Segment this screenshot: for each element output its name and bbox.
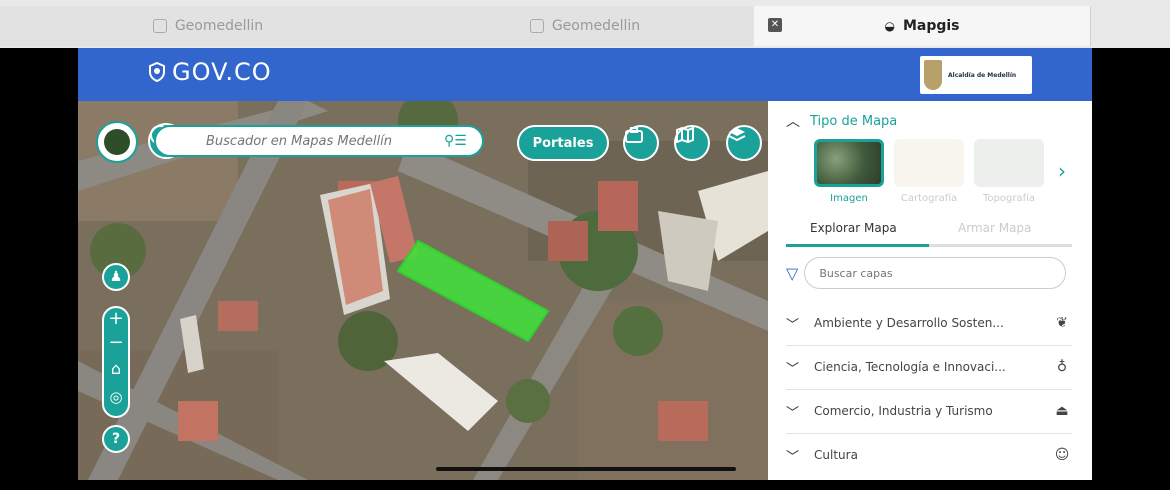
globe-icon bbox=[104, 129, 130, 155]
panel-tabs: Explorar Mapa Armar Mapa bbox=[786, 215, 1072, 249]
briefcase-icon bbox=[625, 127, 643, 143]
basemap-label: Cartografía bbox=[900, 193, 958, 204]
chevron-down-icon: ﹀ bbox=[786, 317, 800, 333]
mapgis-logo-button[interactable] bbox=[96, 121, 138, 163]
basemap-thumbnails bbox=[814, 139, 1044, 187]
map-fold-icon bbox=[676, 127, 694, 143]
tab-label: Mapgis bbox=[902, 18, 960, 34]
tab-mapgis[interactable]: ◒ Mapgis bbox=[754, 6, 1091, 46]
close-tab-icon[interactable]: ✕ bbox=[768, 18, 782, 32]
portales-button[interactable]: Portales bbox=[517, 125, 609, 161]
locate-icon[interactable]: ◎ bbox=[104, 388, 128, 406]
map-search-input[interactable] bbox=[204, 132, 438, 150]
chevron-right-icon[interactable]: › bbox=[1058, 159, 1066, 183]
zoom-out-button[interactable]: − bbox=[104, 334, 128, 352]
filter-icon[interactable]: ▽ bbox=[786, 264, 798, 283]
chevron-up-icon: ︿ bbox=[786, 114, 800, 130]
masks-icon: ☺ bbox=[1054, 447, 1070, 463]
gov-label: GOV.CO bbox=[172, 58, 272, 86]
side-panel: ︿ Tipo de Mapa Imagen Cartografía Topogr… bbox=[768, 101, 1092, 480]
tab-label: Geomedellin bbox=[174, 18, 264, 34]
category-ambiente[interactable]: ﹀ Ambiente y Desarrollo Sosten... ❦ bbox=[786, 301, 1072, 346]
tipo-mapa-header[interactable]: ︿ Tipo de Mapa bbox=[786, 111, 897, 131]
map-search-box[interactable]: ⚲☰ bbox=[154, 125, 484, 157]
zoom-in-button[interactable]: + bbox=[104, 310, 128, 328]
page-icon bbox=[152, 19, 167, 33]
category-label: Ambiente y Desarrollo Sosten... bbox=[814, 316, 1004, 330]
map-layers-button[interactable] bbox=[674, 125, 710, 161]
bell-icon: ⏏ bbox=[1055, 403, 1069, 419]
search-list-icon[interactable]: ⚲☰ bbox=[444, 133, 467, 149]
category-label: Ciencia, Tecnología e Innovaci... bbox=[814, 360, 1006, 374]
chevron-down-icon: ﹀ bbox=[786, 361, 800, 377]
tab-label: Geomedellin bbox=[551, 18, 641, 34]
gov-header: GOV.CO Alcaldía de Medellín bbox=[78, 48, 1092, 101]
satellite-imagery bbox=[78, 101, 768, 480]
gov-shield-icon bbox=[149, 62, 165, 82]
tab-explorar-mapa[interactable]: Explorar Mapa bbox=[810, 221, 897, 235]
category-comercio[interactable]: ﹀ Comercio, Industria y Turismo ⏏ bbox=[786, 389, 1072, 434]
plant-icon: ❦ bbox=[1056, 315, 1068, 331]
chevron-down-icon: ﹀ bbox=[786, 449, 800, 465]
layer-search: ▽ bbox=[786, 257, 1067, 289]
bulb-icon: ♁ bbox=[1056, 359, 1068, 375]
layers-icon bbox=[728, 128, 746, 142]
help-icon: ? bbox=[111, 431, 121, 447]
basemap-label: Imagen bbox=[830, 193, 868, 204]
map-canvas[interactable]: ⚲☰ Portales ♟ + − bbox=[78, 101, 768, 480]
layers-button[interactable] bbox=[726, 125, 762, 161]
category-label: Comercio, Industria y Turismo bbox=[814, 404, 993, 418]
category-ciencia[interactable]: ﹀ Ciencia, Tecnología e Innovaci... ♁ bbox=[786, 345, 1072, 390]
basemap-label: Topografía bbox=[982, 193, 1035, 204]
chevron-down-icon: ﹀ bbox=[786, 405, 800, 421]
basemap-topografia[interactable] bbox=[974, 139, 1044, 187]
layer-search-input[interactable] bbox=[804, 257, 1067, 289]
briefcase-button[interactable] bbox=[623, 125, 659, 161]
browser-tab-bar: Geomedellin Geomedellin ◒ Mapgis ✕ bbox=[0, 0, 1170, 48]
active-tab-indicator bbox=[786, 244, 929, 247]
alcaldia-label: Alcaldía de Medellín bbox=[948, 71, 1017, 79]
basemap-labels: Imagen Cartografía Topografía bbox=[814, 193, 1044, 204]
zoom-controls: + − ⌂ ◎ bbox=[102, 306, 130, 418]
mapgis-tab-icon: ◒ bbox=[884, 19, 895, 33]
tipo-mapa-label: Tipo de Mapa bbox=[810, 113, 898, 129]
tab-geomedellin-2[interactable]: Geomedellin bbox=[416, 6, 755, 46]
basemap-cartografia[interactable] bbox=[894, 139, 964, 187]
alcaldia-logo[interactable]: Alcaldía de Medellín bbox=[920, 56, 1032, 94]
person-icon: ♟ bbox=[109, 269, 123, 285]
category-cultura[interactable]: ﹀ Cultura ☺ bbox=[786, 433, 1072, 477]
mapgis-app: GOV.CO Alcaldía de Medellín Buscador en … bbox=[78, 48, 1092, 480]
home-indicator bbox=[436, 467, 736, 471]
home-icon[interactable]: ⌂ bbox=[104, 360, 128, 378]
street-view-button[interactable]: ♟ bbox=[102, 263, 130, 291]
basemap-imagen[interactable] bbox=[814, 139, 884, 187]
help-button[interactable]: ? bbox=[102, 425, 130, 453]
gov-logo[interactable]: GOV.CO bbox=[148, 58, 272, 86]
page-icon bbox=[529, 19, 544, 33]
category-label: Cultura bbox=[814, 448, 858, 462]
tab-geomedellin-1[interactable]: Geomedellin bbox=[0, 6, 417, 46]
alcaldia-shield-icon bbox=[924, 60, 942, 90]
tab-armar-mapa[interactable]: Armar Mapa bbox=[958, 221, 1031, 235]
